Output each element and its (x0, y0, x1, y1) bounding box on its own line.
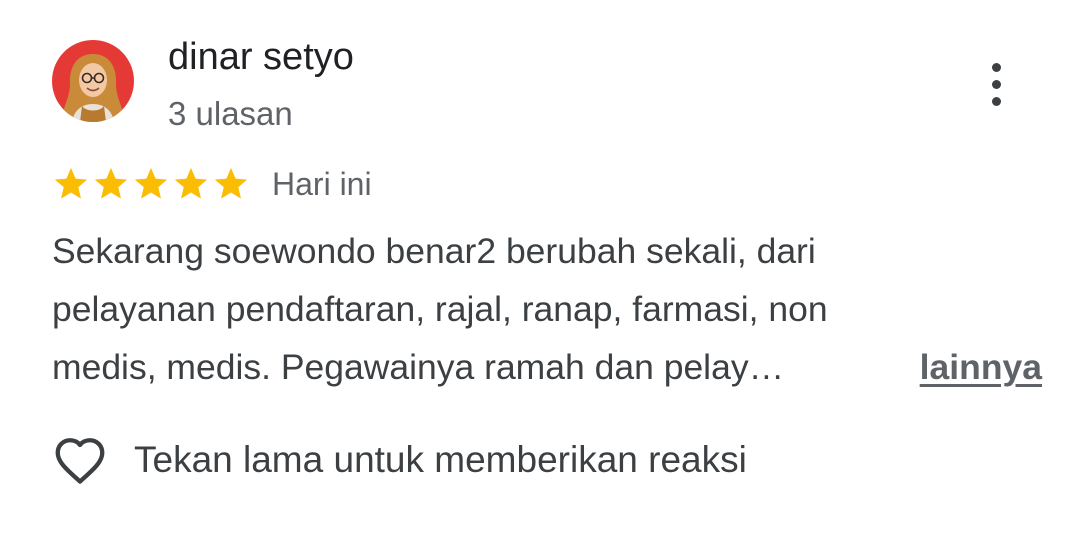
star-icon (174, 167, 208, 199)
rating-row: Hari ini (52, 160, 372, 208)
author-avatar[interactable] (52, 40, 134, 122)
menu-dot (991, 96, 1001, 106)
avatar-image (52, 40, 134, 122)
menu-dot (991, 79, 1001, 89)
star-icon (94, 167, 128, 199)
heart-outline-icon (55, 438, 105, 484)
review-card: dinar setyo 3 ulasan Hari ini Sekarang s… (0, 0, 1080, 560)
star-rating (52, 165, 250, 203)
star-icon (54, 167, 88, 199)
review-text-line: Sekarang soewondo benar2 berubah sekali,… (52, 231, 816, 271)
star-icon (214, 167, 248, 199)
reaction-button[interactable]: Tekan lama untuk memberikan reaksi (52, 428, 747, 492)
review-text-truncated: medis, medis. Pegawainya ramah dan pelay… (52, 347, 785, 387)
star-icon (134, 167, 168, 199)
review-text-line: pelayanan pendaftaran, rajal, ranap, far… (52, 289, 828, 329)
review-text-line-last: medis, medis. Pegawainya ramah dan pelay… (52, 338, 1042, 396)
review-text: Sekarang soewondo benar2 berubah sekali,… (52, 222, 1042, 396)
author-reviews-count: 3 ulasan (168, 95, 293, 132)
read-more-link[interactable]: lainnya (920, 338, 1042, 396)
more-vert-icon[interactable] (974, 56, 1018, 112)
author-name[interactable]: dinar setyo (168, 34, 354, 80)
reaction-label: Tekan lama untuk memberikan reaksi (134, 439, 747, 480)
review-date: Hari ini (272, 165, 372, 202)
menu-dot (991, 62, 1001, 72)
